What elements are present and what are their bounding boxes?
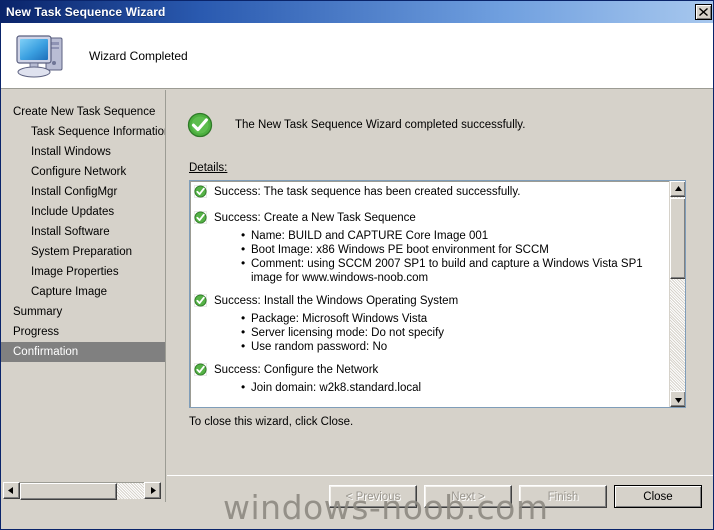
details-label: Details: <box>189 162 227 174</box>
sidebar-item-task-sequence-information[interactable]: Task Sequence Information <box>1 122 165 142</box>
close-hint-text: To close this wizard, click Close. <box>189 416 354 428</box>
sidebar-item-progress[interactable]: Progress <box>1 322 165 342</box>
header-title: Wizard Completed <box>89 48 188 63</box>
window-title: New Task Sequence Wizard <box>6 5 166 19</box>
green-check-small-icon <box>194 363 207 376</box>
detail-bullet-item: Package: Microsoft Windows Vista <box>241 311 668 326</box>
arrow-down-icon <box>674 397 682 403</box>
sidebar-item-capture-image[interactable]: Capture Image <box>1 282 165 302</box>
wizard-header: Wizard Completed <box>1 23 713 89</box>
scroll-track[interactable] <box>20 482 144 500</box>
sidebar-item-label: Capture Image <box>31 286 108 298</box>
detail-bullet-item: Name: BUILD and CAPTURE Core Image 001 <box>241 228 668 243</box>
detail-group: Success: Create a New Task Sequence Name:… <box>194 211 668 285</box>
window-close-button[interactable] <box>695 4 712 20</box>
wizard-content: The New Task Sequence Wizard completed s… <box>167 90 713 475</box>
detail-group: Success: Configure the Network Join domai… <box>194 363 668 395</box>
detail-bullet-list: Package: Microsoft Windows VistaServer l… <box>194 311 668 354</box>
detail-heading-row: Success: The task sequence has been crea… <box>194 185 668 202</box>
close-button[interactable]: Close <box>614 485 702 508</box>
scroll-thumb[interactable] <box>20 483 117 500</box>
success-banner: The New Task Sequence Wizard completed s… <box>187 112 525 138</box>
wizard-step-list: Create New Task Sequence Task Sequence In… <box>1 90 166 502</box>
sidebar-item-label: Include Updates <box>31 206 115 218</box>
sidebar-item-summary[interactable]: Summary <box>1 302 165 322</box>
sidebar-item-label: Progress <box>13 326 60 338</box>
sidebar-item-label: Confirmation <box>13 346 79 358</box>
sidebar-item-label: Create New Task Sequence <box>13 106 156 118</box>
green-check-circle-icon <box>187 112 213 138</box>
detail-bullet-item: Boot Image: x86 Windows PE boot environm… <box>241 242 668 257</box>
sidebar-item-label: Install Windows <box>31 146 111 158</box>
scroll-down-button[interactable] <box>670 391 685 407</box>
button-row: < Previous Next > Finish Close <box>329 485 702 508</box>
sidebar-item-label: Task Sequence Information <box>31 126 166 138</box>
sidebar-item-install-configmgr[interactable]: Install ConfigMgr <box>1 182 165 202</box>
success-message: The New Task Sequence Wizard completed s… <box>235 119 526 131</box>
detail-heading-row: Success: Install the Windows Operating S… <box>194 294 668 311</box>
sidebar-item-confirmation[interactable]: Confirmation <box>1 342 165 362</box>
detail-heading-row: Success: Create a New Task Sequence <box>194 211 668 228</box>
green-check-small-icon <box>194 294 207 307</box>
sidebar-horizontal-scrollbar[interactable] <box>3 482 161 500</box>
scroll-up-button[interactable] <box>670 181 685 197</box>
arrow-left-icon <box>8 487 13 494</box>
computer-monitor-icon <box>16 34 63 77</box>
finish-button: Finish <box>519 485 607 508</box>
arrow-right-icon <box>151 487 156 494</box>
green-check-small-icon <box>194 211 207 228</box>
detail-heading-text: Success: The task sequence has been crea… <box>214 186 521 198</box>
detail-group: Success: The task sequence has been crea… <box>194 185 668 202</box>
sidebar-item-label: System Preparation <box>31 246 132 258</box>
detail-bullet-item: Use random password: No <box>241 339 668 354</box>
close-x-icon <box>699 8 708 16</box>
sidebar-item-include-updates[interactable]: Include Updates <box>1 202 165 222</box>
green-check-small-icon <box>194 363 207 380</box>
scroll-right-button[interactable] <box>144 482 161 499</box>
sidebar-item-label: Install ConfigMgr <box>31 186 118 198</box>
detail-heading-text: Success: Create a New Task Sequence <box>214 212 416 224</box>
wizard-footer: < Previous Next > Finish Close <box>167 475 713 529</box>
scroll-left-button[interactable] <box>3 482 20 499</box>
button-label: < Previous <box>345 490 401 503</box>
detail-group: Success: Install the Windows Operating S… <box>194 294 668 354</box>
green-check-small-icon <box>194 185 207 202</box>
button-label: Close <box>643 490 673 503</box>
detail-bullet-list: Name: BUILD and CAPTURE Core Image 001Bo… <box>194 228 668 285</box>
next-button: Next > <box>424 485 512 508</box>
detail-bullet-item: Comment: using SCCM 2007 SP1 to build an… <box>241 256 668 285</box>
detail-bullet-list: Join domain: w2k8.standard.local <box>194 380 668 395</box>
details-vertical-scrollbar[interactable] <box>669 181 685 407</box>
detail-heading-text: Success: Configure the Network <box>214 364 379 376</box>
details-panel: Success: The task sequence has been crea… <box>189 180 686 408</box>
sidebar-item-label: Image Properties <box>31 266 119 278</box>
sidebar-items: Create New Task Sequence Task Sequence In… <box>1 102 165 362</box>
detail-bullet-item: Server licensing mode: Do not specify <box>241 325 668 340</box>
previous-button: < Previous <box>329 485 417 508</box>
sidebar-item-label: Configure Network <box>31 166 127 178</box>
sidebar-item-label: Summary <box>13 306 63 318</box>
wizard-window: New Task Sequence Wizard Wizard Complete… <box>0 0 714 530</box>
detail-bullet-item: Join domain: w2k8.standard.local <box>241 380 668 395</box>
detail-heading-text: Success: Install the Windows Operating S… <box>214 295 459 307</box>
arrow-up-icon <box>674 185 682 191</box>
details-scroll-thumb[interactable] <box>670 198 685 279</box>
green-check-small-icon <box>194 294 207 311</box>
sidebar-item-image-properties[interactable]: Image Properties <box>1 262 165 282</box>
button-label: Next > <box>451 490 485 503</box>
detail-heading-row: Success: Configure the Network <box>194 363 668 380</box>
details-list[interactable]: Success: The task sequence has been crea… <box>190 181 670 407</box>
sidebar-item-configure-network[interactable]: Configure Network <box>1 162 165 182</box>
green-check-small-icon <box>194 211 207 224</box>
sidebar-item-label: Install Software <box>31 226 110 238</box>
button-label: Finish <box>547 490 579 503</box>
sidebar-item-install-windows[interactable]: Install Windows <box>1 142 165 162</box>
green-check-small-icon <box>194 185 207 198</box>
title-bar: New Task Sequence Wizard <box>1 1 713 23</box>
details-label-text: Details: <box>189 162 228 174</box>
sidebar-item-create-new-task-sequence[interactable]: Create New Task Sequence <box>1 102 165 122</box>
sidebar-item-system-preparation[interactable]: System Preparation <box>1 242 165 262</box>
sidebar-item-install-software[interactable]: Install Software <box>1 222 165 242</box>
